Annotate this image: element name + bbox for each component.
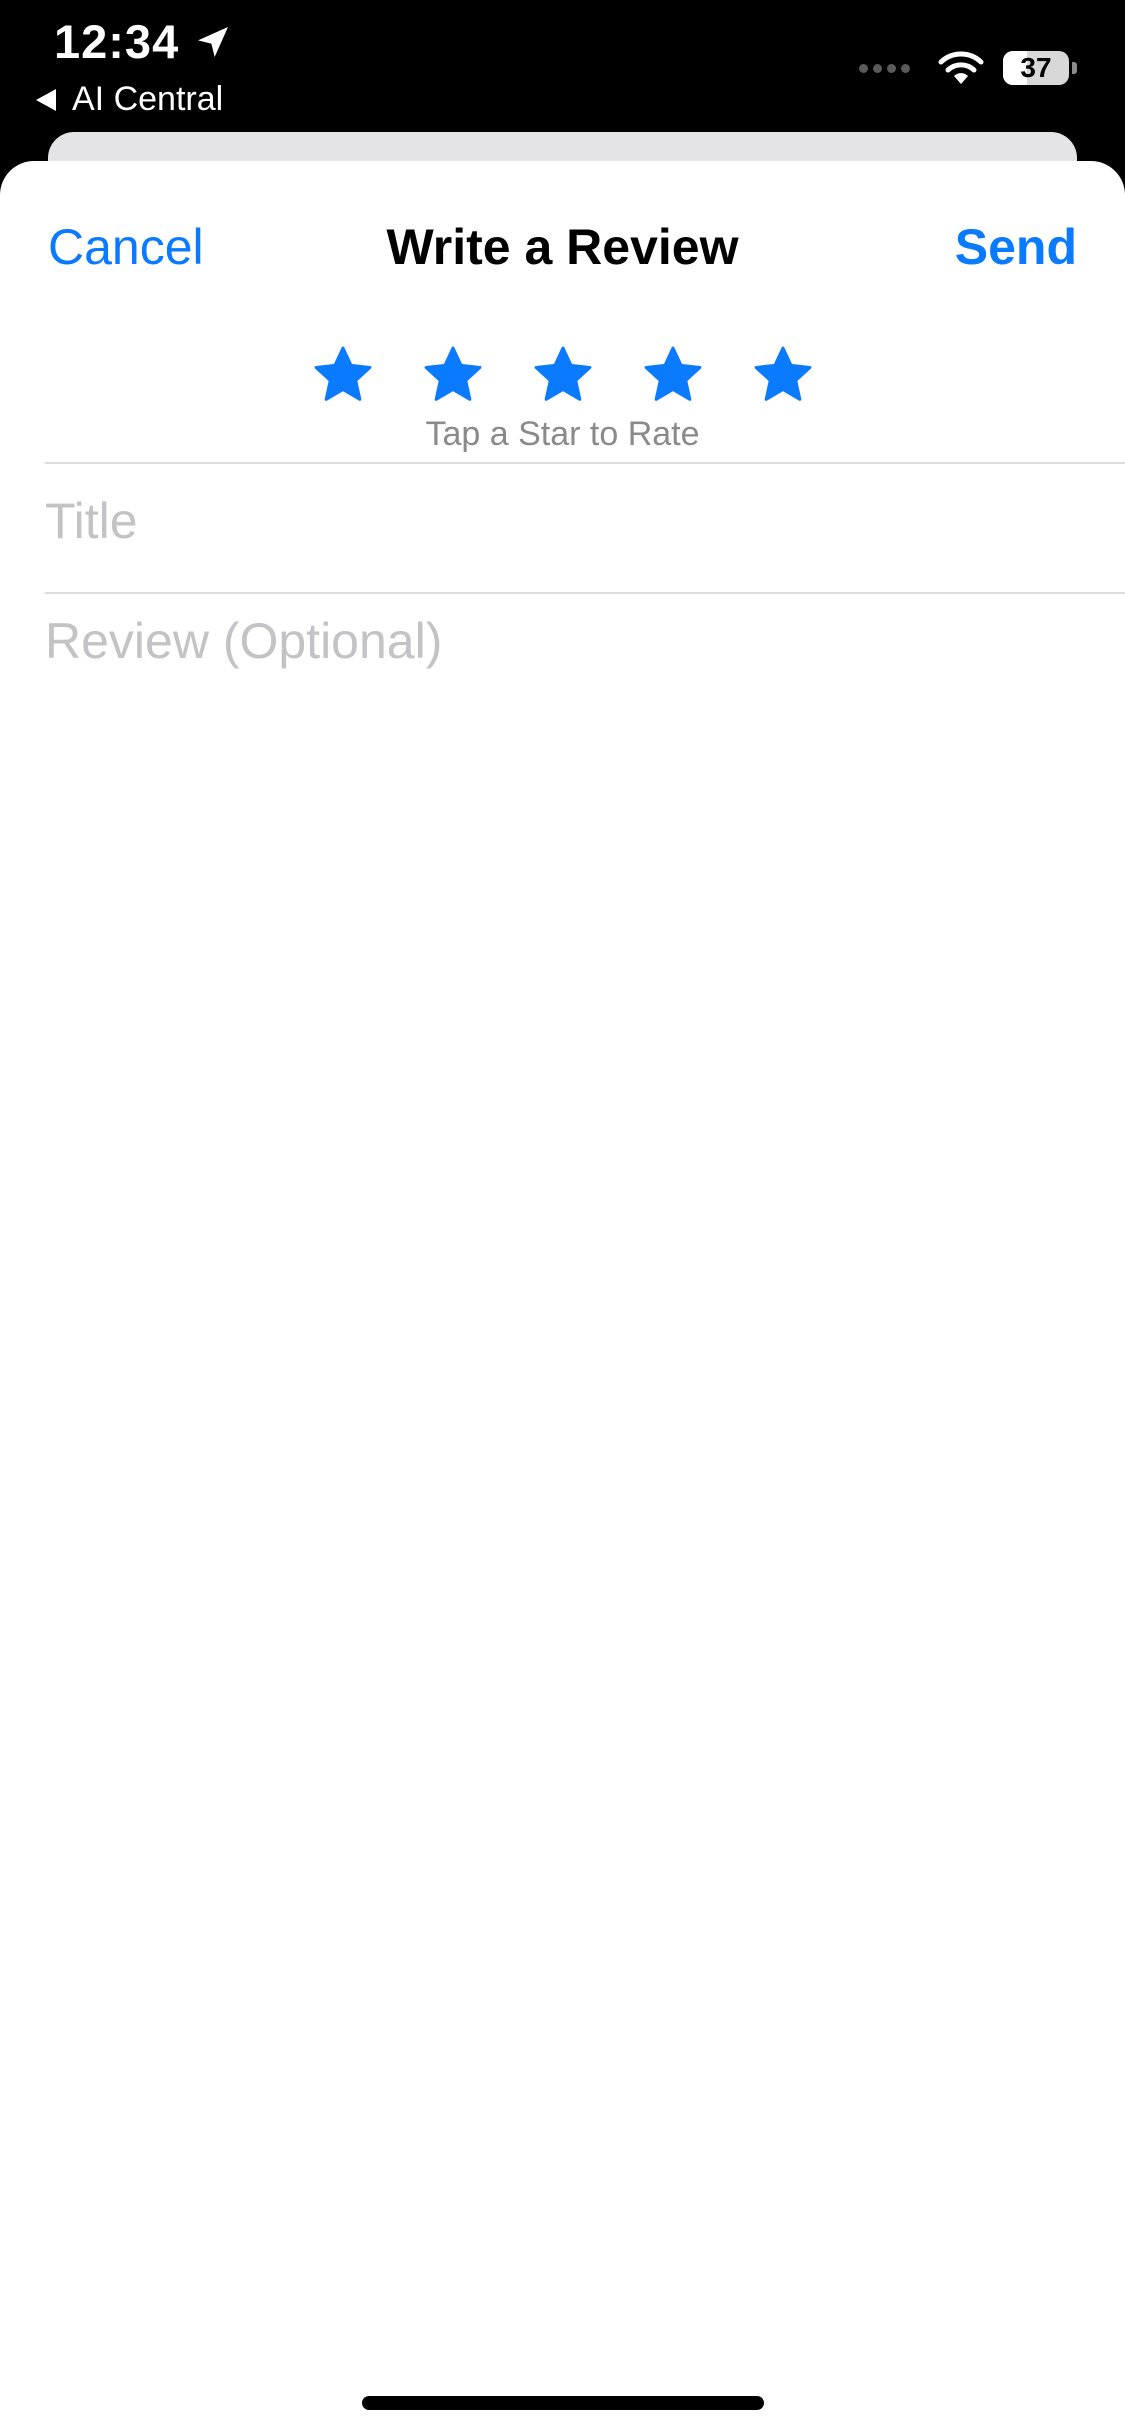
star-1-icon[interactable] <box>312 344 374 406</box>
location-arrow-icon <box>198 26 229 57</box>
time-label: 12:34 <box>54 15 180 68</box>
star-3-icon[interactable] <box>532 344 594 406</box>
send-button[interactable]: Send <box>955 218 1077 276</box>
star-2-icon[interactable] <box>422 344 484 406</box>
review-field[interactable] <box>45 611 1080 671</box>
screen: 12:34 AI Central 37 Cancel Write a Revie… <box>0 0 1125 2436</box>
star-4-icon[interactable] <box>642 344 704 406</box>
battery-nub <box>1072 62 1077 74</box>
divider-top <box>45 462 1125 464</box>
star-5-icon[interactable] <box>752 344 814 406</box>
back-to-app-link[interactable]: AI Central <box>36 80 223 119</box>
back-triangle-icon <box>36 88 56 111</box>
back-app-label: AI Central <box>72 80 224 118</box>
divider-middle <box>45 592 1125 594</box>
rating-hint: Tap a Star to Rate <box>425 415 700 453</box>
battery-icon: 37 <box>1003 51 1069 85</box>
wifi-icon <box>938 51 984 84</box>
status-time: 12:34 <box>54 14 233 69</box>
status-indicators: 37 <box>859 50 1077 86</box>
home-indicator[interactable] <box>362 2396 764 2410</box>
title-field[interactable] <box>45 491 1080 551</box>
signal-icon <box>859 63 915 73</box>
star-rating <box>0 344 1125 406</box>
battery-percent: 37 <box>1020 52 1052 83</box>
review-sheet: Cancel Write a Review Send Tap a Star to… <box>0 161 1125 2436</box>
